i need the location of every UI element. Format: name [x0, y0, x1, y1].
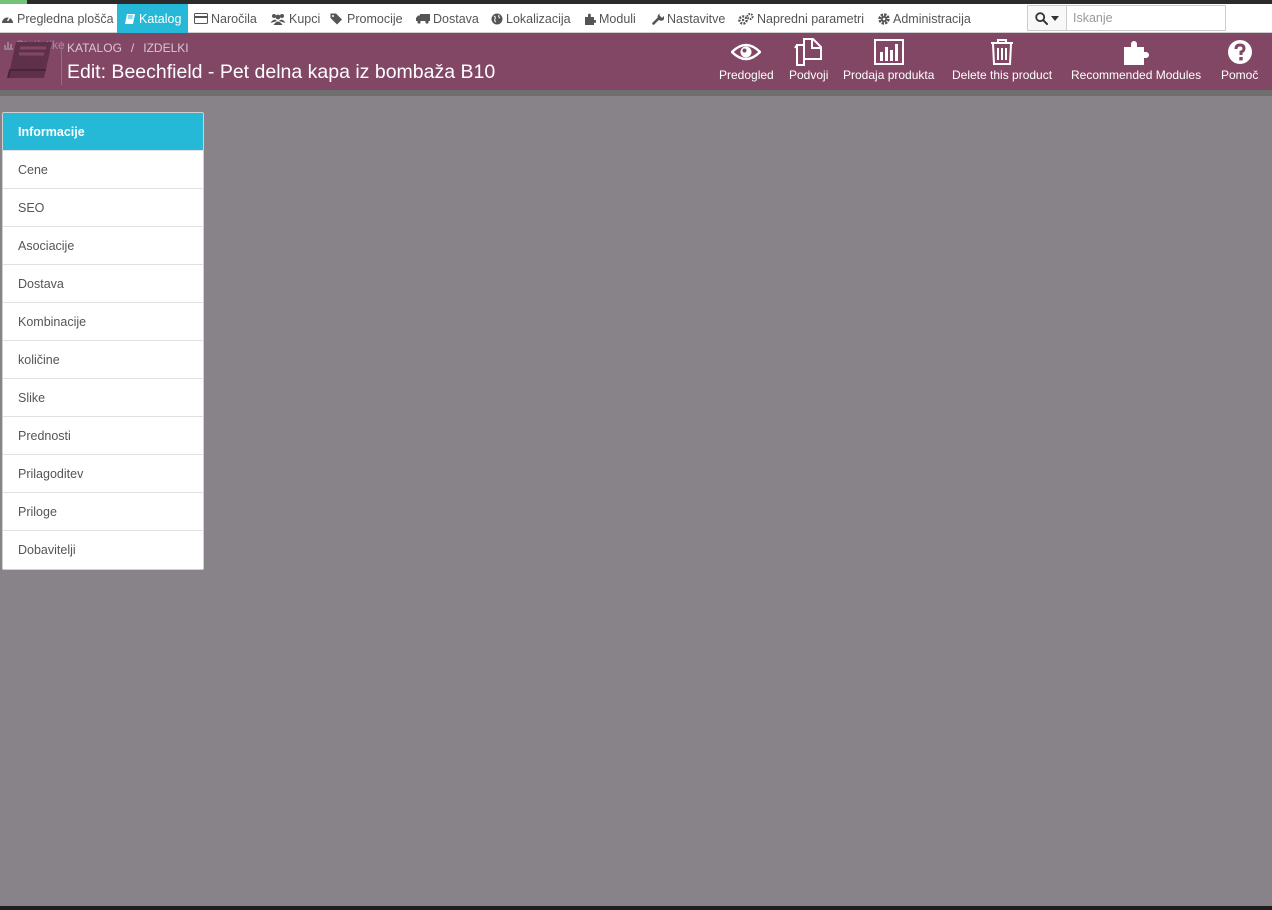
duplicate-label: Podvoji: [789, 68, 829, 82]
trash-icon: [991, 39, 1014, 65]
page-header: Statistike KATALOG / IZDELKI Edit: Beech…: [0, 33, 1272, 90]
nav-label: Nastavitve: [667, 11, 726, 26]
duplicate-button[interactable]: Podvoji: [789, 38, 828, 82]
preview-label: Predogled: [719, 68, 774, 82]
nav-item-localization[interactable]: Lokalizacija: [491, 4, 571, 33]
nav-item-preferences[interactable]: Nastavitve: [652, 4, 725, 33]
product-tabs: Informacije Cene SEO Asociacije Dostava …: [2, 112, 204, 570]
nav-label: Dostava: [433, 11, 479, 26]
nav-label: Moduli: [599, 11, 636, 26]
search-box: [1027, 5, 1226, 31]
dashboard-icon: [2, 16, 13, 23]
credit-card-icon: [194, 13, 208, 24]
header-shadow: [0, 90, 1272, 96]
search-input[interactable]: [1073, 7, 1225, 29]
tab-shipping[interactable]: Dostava: [3, 265, 203, 303]
gear-icon: [878, 12, 890, 25]
tab-images[interactable]: Slike: [3, 379, 203, 417]
search-icon: [1035, 11, 1048, 25]
nav-label: Naročila: [211, 11, 257, 26]
tab-information[interactable]: Informacije: [3, 113, 203, 151]
header-divider: [61, 41, 62, 85]
tab-suppliers[interactable]: Dobavitelji: [3, 531, 203, 569]
copy-icon: [793, 38, 822, 66]
tab-customization[interactable]: Prilagoditev: [3, 455, 203, 493]
delete-product-label: Delete this product: [952, 68, 1053, 82]
tab-attachments[interactable]: Priloge: [3, 493, 203, 531]
nav-item-advanced-parameters[interactable]: Napredni parametri: [738, 4, 864, 33]
tab-associations[interactable]: Asociacije: [3, 227, 203, 265]
nav-item-modules[interactable]: Moduli: [584, 4, 636, 33]
help-button[interactable]: Pomoč: [1221, 38, 1258, 82]
help-label: Pomoč: [1221, 68, 1259, 82]
bar-chart-icon: [873, 39, 904, 65]
recommended-modules-button[interactable]: Recommended Modules: [1071, 38, 1201, 82]
cogs-icon: [738, 12, 754, 25]
search-dropdown-button[interactable]: [1028, 6, 1067, 30]
breadcrumb: KATALOG / IZDELKI: [67, 41, 189, 55]
tab-quantities[interactable]: količine: [3, 341, 203, 379]
nav-label: Administracija: [893, 11, 971, 26]
product-sales-label: Prodaja produkta: [843, 68, 935, 82]
tab-prices[interactable]: Cene: [3, 151, 203, 189]
eye-icon: [731, 43, 762, 61]
nav-item-shipping[interactable]: Dostava: [416, 4, 479, 33]
page-title: Edit: Beechfield - Pet delna kapa iz bom…: [67, 61, 496, 83]
puzzle-icon: [585, 13, 596, 25]
delete-product-button[interactable]: Delete this product: [952, 38, 1052, 82]
nav-item-orders[interactable]: Naročila: [194, 4, 257, 33]
tab-features[interactable]: Prednosti: [3, 417, 203, 455]
breadcrumb-separator: /: [130, 41, 135, 55]
nav-label: Promocije: [347, 11, 403, 26]
preview-button[interactable]: Predogled: [719, 38, 774, 82]
recommended-modules-label: Recommended Modules: [1071, 68, 1202, 82]
nav-label: Napredni parametri: [757, 11, 864, 26]
tab-combinations[interactable]: Kombinacije: [3, 303, 203, 341]
users-icon: [270, 13, 286, 25]
nav-item-catalog[interactable]: Katalog: [117, 4, 188, 33]
wrench-icon: [652, 12, 664, 25]
nav-item-administration[interactable]: Administracija: [878, 4, 971, 33]
breadcrumb-catalog[interactable]: KATALOG: [67, 41, 122, 55]
caret-down-icon: [1051, 15, 1059, 21]
nav-item-customers[interactable]: Kupci: [270, 4, 320, 33]
nav-item-dashboard[interactable]: Pregledna plošča: [0, 4, 120, 33]
window-bottom-strip: [0, 906, 1272, 910]
main-navigation: Pregledna plošča Katalog Naročila Kupci …: [0, 4, 1272, 33]
nav-label: Pregledna plošča: [17, 11, 114, 26]
globe-icon: [491, 13, 503, 24]
nav-label: Katalog: [139, 11, 182, 26]
breadcrumb-products[interactable]: IZDELKI: [143, 41, 188, 55]
product-sales-button[interactable]: Prodaja produkta: [843, 38, 934, 82]
nav-item-promotions[interactable]: Promocije: [330, 4, 403, 33]
book-icon: [125, 13, 135, 24]
puzzle-icon: [1124, 41, 1150, 65]
tag-icon: [330, 13, 342, 24]
help-icon: [1227, 40, 1252, 64]
nav-label: Kupci: [289, 11, 321, 26]
catalog-book-icon: [7, 42, 52, 79]
truck-icon: [416, 14, 430, 24]
nav-label: Lokalizacija: [506, 11, 571, 26]
tab-seo[interactable]: SEO: [3, 189, 203, 227]
